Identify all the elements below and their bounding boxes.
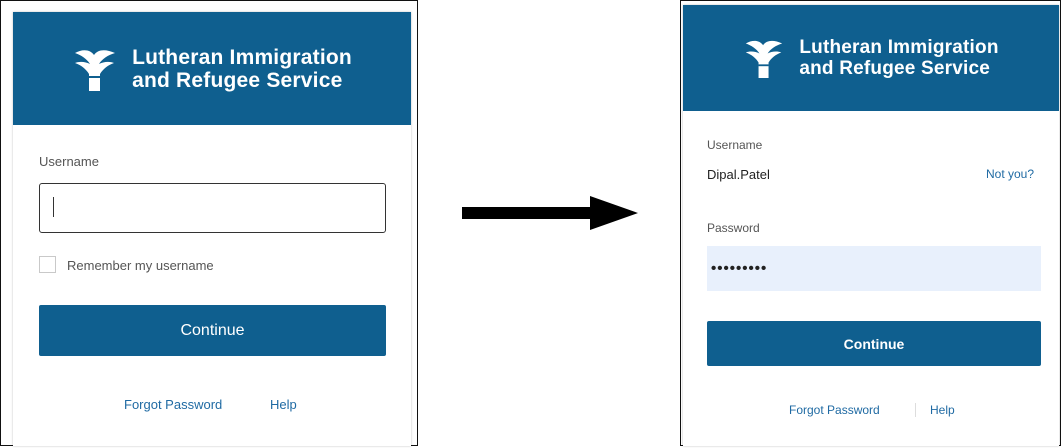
link-divider [915,403,916,417]
forgot-password-link[interactable]: Forgot Password [124,397,222,412]
password-label: Password [707,221,760,235]
text-caret [53,197,54,217]
login-step-username-panel: Lutheran Immigration and Refugee Service… [0,0,418,446]
username-label: Username [39,154,99,169]
username-label: Username [707,138,763,152]
brand-name: Lutheran Immigration and Refugee Service [132,46,352,92]
brand-header: Lutheran Immigration and Refugee Service [683,5,1059,111]
lirs-torch-logo-icon [75,49,116,91]
right-arrow-icon [462,196,638,230]
login-step-password-panel: Lutheran Immigration and Refugee Service… [680,0,1061,446]
password-input[interactable]: ••••••••• [707,246,1041,291]
login-card: Lutheran Immigration and Refugee Service… [13,12,411,446]
brand-header: Lutheran Immigration and Refugee Service [13,12,411,125]
username-input[interactable] [39,183,386,233]
help-link[interactable]: Help [270,397,297,412]
remember-username-label: Remember my username [67,258,214,273]
continue-button[interactable]: Continue [39,305,386,356]
help-link[interactable]: Help [930,403,955,417]
lirs-torch-logo-icon [746,40,783,78]
brand-line-2: and Refugee Service [132,68,343,92]
brand-line-1: Lutheran Immigration [132,45,352,69]
brand-line-2: and Refugee Service [799,58,991,79]
username-value: Dipal.Patel [707,167,770,182]
login-card: Lutheran Immigration and Refugee Service… [683,5,1059,446]
not-you-link[interactable]: Not you? [986,167,1034,181]
continue-button[interactable]: Continue [707,321,1041,366]
forgot-password-link[interactable]: Forgot Password [789,403,880,417]
brand-name: Lutheran Immigration and Refugee Service [799,37,998,79]
remember-username-checkbox[interactable] [39,256,56,273]
brand-line-1: Lutheran Immigration [799,37,999,58]
